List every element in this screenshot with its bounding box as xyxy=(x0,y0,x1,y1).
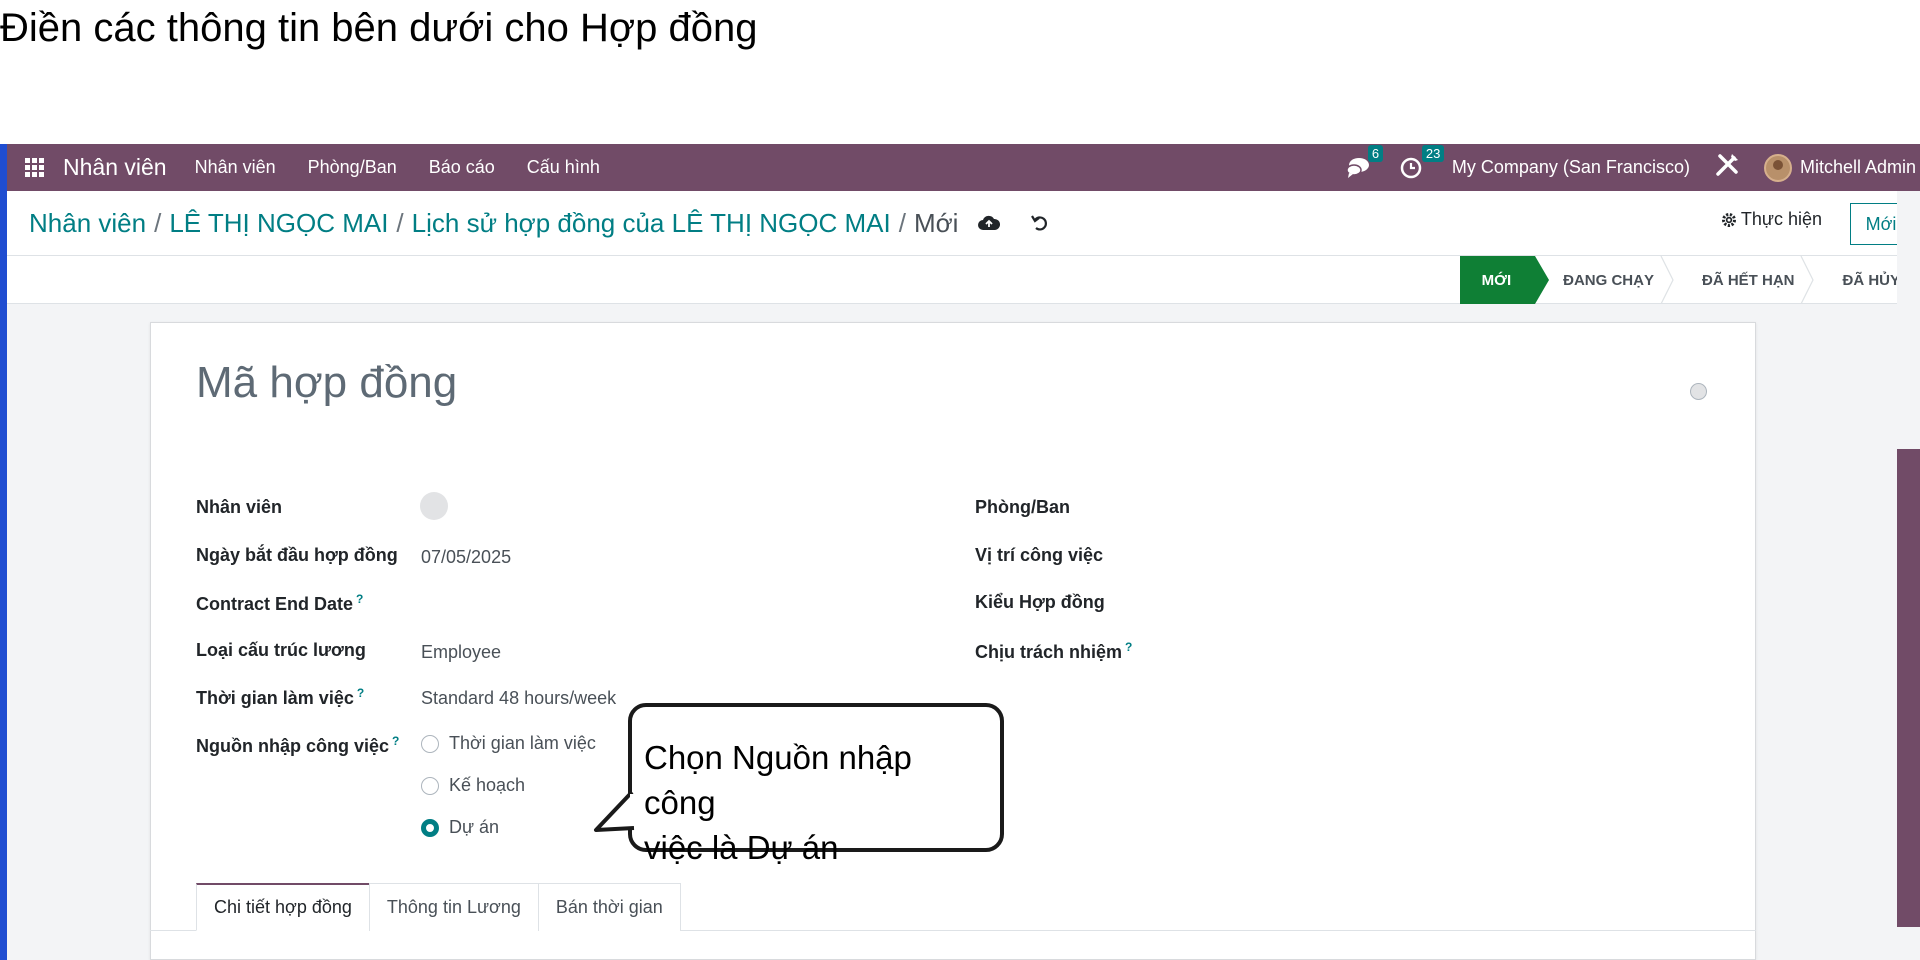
radio-label: Dự án xyxy=(449,817,500,837)
save-cloud-icon[interactable] xyxy=(978,214,1001,232)
radio-circle-selected[interactable] xyxy=(421,818,439,837)
department-label: Phòng/Ban xyxy=(975,497,1070,517)
start-date-label: Ngày bắt đầu hợp đồng xyxy=(196,545,398,565)
action-menu-label: Thực hiện xyxy=(1740,209,1822,229)
user-avatar[interactable] xyxy=(1763,153,1792,182)
radio-circle[interactable] xyxy=(421,776,439,795)
tab-part-time[interactable]: Bán thời gian xyxy=(537,883,681,931)
salary-structure-label: Loại cấu trúc lương xyxy=(196,640,366,660)
help-mark[interactable]: ? xyxy=(392,734,399,748)
radio-working-time[interactable]: Thời gian làm việc xyxy=(421,733,596,754)
discard-undo-icon[interactable] xyxy=(1030,213,1050,233)
responsible-label-text: Chịu trách nhiệm xyxy=(975,642,1123,662)
radio-label: Kế hoạch xyxy=(449,775,526,795)
stage-running[interactable]: ĐANG CHẠY xyxy=(1535,256,1674,304)
left-edge-bar xyxy=(0,144,7,960)
employee-label: Nhân viên xyxy=(196,497,283,517)
menu-reporting[interactable]: Báo cáo xyxy=(429,157,495,178)
working-time-label: Thời gian làm việc? xyxy=(196,686,364,709)
breadcrumb-employees[interactable]: Nhân viên xyxy=(29,208,146,239)
apps-grid-icon[interactable] xyxy=(25,157,45,178)
help-mark[interactable]: ? xyxy=(356,592,363,606)
callout-line-1: Chọn Nguồn nhập công xyxy=(644,739,912,821)
work-entry-source-label-text: Nguồn nhập công việc xyxy=(196,736,390,756)
company-switcher[interactable]: My Company (San Francisco) xyxy=(1452,157,1690,178)
breadcrumb-contract-history[interactable]: Lịch sử hợp đồng của LÊ THỊ NGỌC MAI xyxy=(412,208,891,239)
callout-tail-icon xyxy=(594,790,638,832)
activities-badge: 23 xyxy=(1421,144,1445,162)
clock-icon xyxy=(1400,157,1422,178)
contract-reference-field[interactable]: Mã hợp đồng xyxy=(196,358,457,408)
scrollbar-track[interactable] xyxy=(1897,191,1920,960)
notebook-tabs: Chi tiết hợp đồng Thông tin Lương Bán th… xyxy=(196,883,681,931)
debug-tools-icon[interactable] xyxy=(1714,152,1740,183)
activities-button[interactable]: 23 xyxy=(1400,144,1445,179)
working-time-field[interactable]: Standard 48 hours/week xyxy=(421,688,616,709)
breadcrumb-employee-name[interactable]: LÊ THỊ NGỌC MAI xyxy=(169,208,388,239)
radio-planning[interactable]: Kế hoạch xyxy=(421,775,525,796)
radio-circle[interactable] xyxy=(421,734,439,753)
chat-icon xyxy=(1346,157,1369,178)
tab-salary-information[interactable]: Thông tin Lương xyxy=(368,883,539,931)
salary-structure-field[interactable]: Employee xyxy=(421,642,501,663)
stage-list: MỚI ĐANG CHẠY ĐÃ HẾT HẠN ĐÃ HỦY xyxy=(1459,256,1920,304)
working-time-label-text: Thời gian làm việc xyxy=(196,688,354,708)
kanban-state-indicator[interactable] xyxy=(1690,383,1707,400)
stage-expired[interactable]: ĐÃ HẾT HẠN xyxy=(1674,256,1815,304)
gear-icon xyxy=(1721,212,1736,227)
messages-button[interactable]: 6 xyxy=(1346,144,1384,179)
action-menu-button[interactable]: Thực hiện xyxy=(1721,209,1822,230)
top-navbar: Nhân viên Nhân viên Phòng/Ban Báo cáo Cấ… xyxy=(7,144,1920,191)
job-position-label: Vị trí công việc xyxy=(975,545,1104,565)
messages-badge: 6 xyxy=(1367,144,1384,162)
tab-contract-details[interactable]: Chi tiết hợp đồng xyxy=(196,883,370,931)
radio-label: Thời gian làm việc xyxy=(449,733,596,753)
status-bar: MỚI ĐANG CHẠY ĐÃ HẾT HẠN ĐÃ HỦY xyxy=(7,256,1920,304)
menu-departments[interactable]: Phòng/Ban xyxy=(308,157,397,178)
contract-type-label: Kiểu Hợp đồng xyxy=(975,592,1105,612)
stage-new[interactable]: MỚI xyxy=(1459,256,1550,304)
start-date-field[interactable]: 07/05/2025 xyxy=(421,547,511,568)
menu-employees[interactable]: Nhân viên xyxy=(195,157,276,178)
callout-line-2: việc là Dự án xyxy=(644,829,839,866)
menu-configuration[interactable]: Cấu hình xyxy=(527,157,600,178)
breadcrumb-separator: / xyxy=(898,207,906,238)
responsible-label: Chịu trách nhiệm? xyxy=(975,640,1132,663)
end-date-label: Contract End Date? xyxy=(196,592,363,615)
breadcrumb-current: Mới xyxy=(913,207,959,238)
breadcrumb-separator: / xyxy=(154,207,162,238)
user-name[interactable]: Mitchell Admin xyxy=(1800,157,1916,178)
app-name[interactable]: Nhân viên xyxy=(63,154,167,181)
scrollbar-thumb[interactable] xyxy=(1897,449,1920,927)
control-panel: Nhân viên / LÊ THỊ NGỌC MAI / Lịch sử hợ… xyxy=(7,191,1920,256)
employee-avatar[interactable] xyxy=(420,492,448,520)
end-date-label-text: Contract End Date xyxy=(196,594,354,614)
help-mark[interactable]: ? xyxy=(1125,640,1132,654)
help-mark[interactable]: ? xyxy=(357,686,364,700)
breadcrumb: Nhân viên / LÊ THỊ NGỌC MAI / Lịch sử hợ… xyxy=(29,208,1050,239)
instruction-callout: Chọn Nguồn nhập công việc là Dự án xyxy=(628,703,1004,866)
radio-project[interactable]: Dự án xyxy=(421,817,499,838)
work-entry-source-label: Nguồn nhập công việc? xyxy=(196,734,399,757)
breadcrumb-separator: / xyxy=(396,207,404,238)
instruction-text: Điền các thông tin bên dưới cho Hợp đồng xyxy=(0,6,758,50)
